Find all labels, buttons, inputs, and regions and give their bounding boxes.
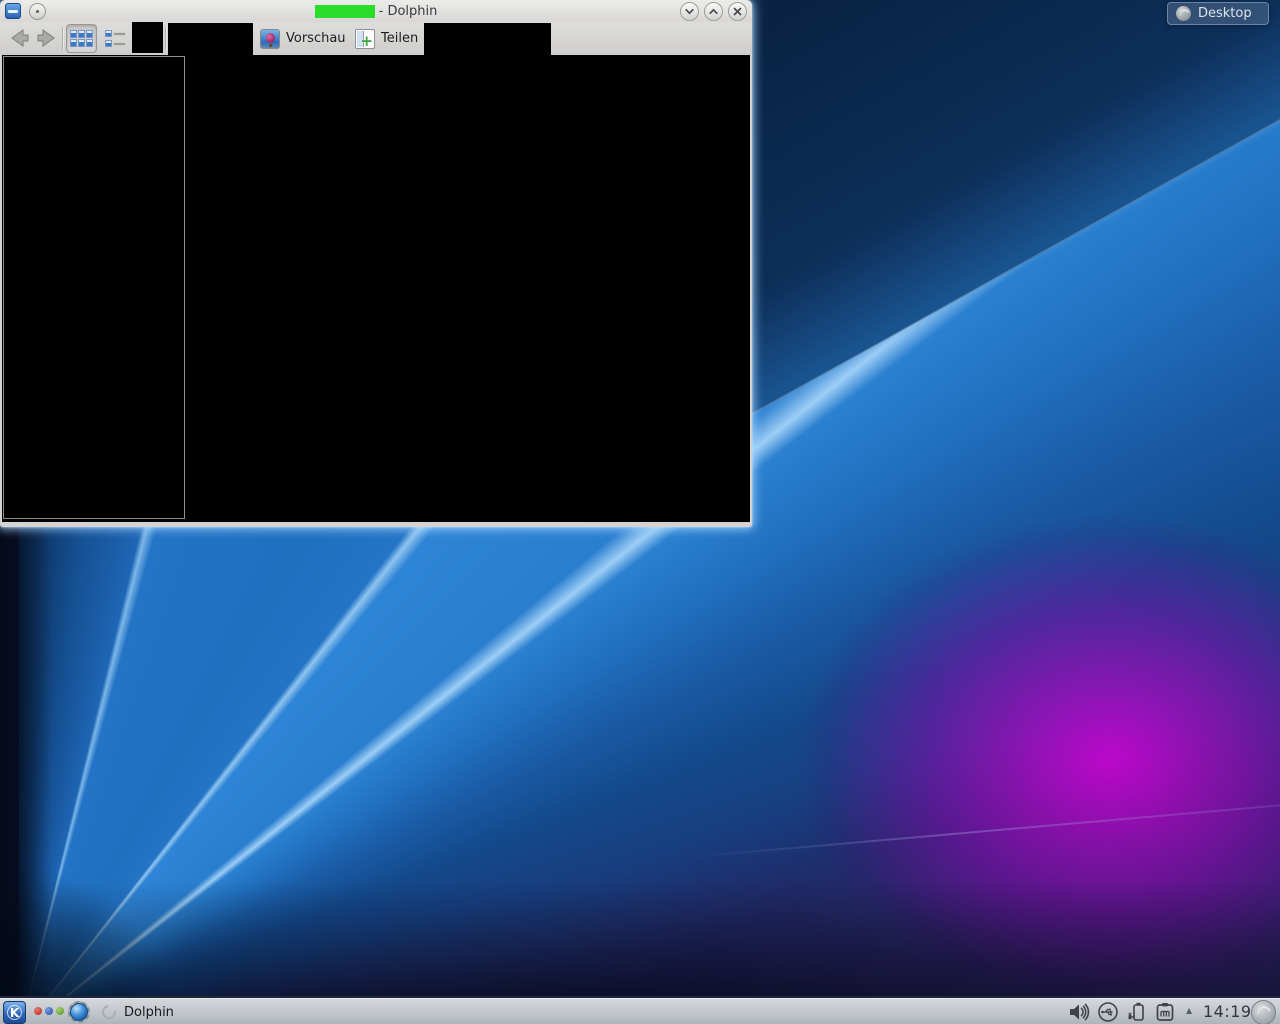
taskbar-panel: K Dolphin	[0, 996, 1280, 1024]
titlebar[interactable]: - Dolphin	[0, 0, 752, 22]
pager-dot-red[interactable]	[34, 1007, 42, 1015]
preview-button-label: Vorschau	[286, 31, 346, 46]
panel-cashew-button[interactable]	[1251, 1000, 1276, 1024]
icons-view-icon	[70, 30, 93, 47]
kmenu-launcher-button[interactable]: K	[3, 1001, 26, 1024]
minimize-button[interactable]	[680, 2, 699, 21]
window-controls	[680, 2, 747, 21]
device-notifier-tray-button[interactable]	[1097, 1001, 1119, 1023]
volume-icon	[1068, 1001, 1090, 1023]
details-view-icon	[105, 30, 125, 47]
window-title-text: - Dolphin	[379, 4, 438, 19]
redacted-toolbar-item	[132, 22, 163, 53]
globe-icon	[70, 1003, 88, 1021]
maximize-button[interactable]	[704, 2, 723, 21]
arrow-left-icon	[7, 26, 31, 50]
wallpaper-sky-sheet	[700, 0, 1280, 443]
clipboard-icon	[1154, 1001, 1176, 1023]
pager-dot-blue[interactable]	[45, 1007, 53, 1015]
window-title: - Dolphin	[315, 0, 438, 22]
battery-tray-button[interactable]	[1126, 1001, 1148, 1023]
clipboard-tray-button[interactable]	[1154, 1001, 1176, 1023]
plasma-cashew-icon	[1176, 6, 1191, 21]
desktop-root: Desktop - Dolphin	[0, 0, 1280, 1024]
globe-gear-launcher-button[interactable]	[68, 1001, 90, 1023]
pager-dot-green[interactable]	[56, 1007, 64, 1015]
back-button[interactable]	[7, 26, 31, 50]
battery-plug-icon	[1126, 1001, 1148, 1023]
toolbar: Vorschau + Teilen	[0, 22, 752, 55]
digital-clock[interactable]: 14:19	[1203, 1002, 1252, 1021]
task-label: Dolphin	[124, 1005, 174, 1020]
redacted-toolbar-area	[424, 23, 551, 55]
preview-balloon-icon	[260, 29, 280, 49]
loading-spinner-icon	[99, 1002, 118, 1021]
file-view-redacted[interactable]	[186, 55, 750, 522]
volume-tray-button[interactable]	[1068, 1001, 1090, 1023]
desktop-toolbox-button[interactable]: Desktop	[1167, 2, 1269, 25]
desktop-toolbox-label: Desktop	[1198, 6, 1252, 21]
close-icon	[732, 6, 743, 17]
split-button[interactable]: + Teilen	[351, 25, 422, 52]
forward-button[interactable]	[35, 26, 59, 50]
on-all-desktops-button[interactable]	[29, 3, 46, 20]
dolphin-window: - Dolphin	[0, 0, 752, 527]
chevron-down-icon	[684, 6, 695, 17]
icons-view-button[interactable]	[66, 24, 97, 53]
window-menu-icon[interactable]	[5, 3, 21, 19]
toolbar-separator	[62, 27, 63, 50]
window-content	[2, 55, 750, 522]
wallpaper-sky-layer	[700, 0, 1280, 1024]
details-view-button[interactable]	[101, 25, 128, 52]
split-view-icon: +	[355, 29, 375, 49]
toolbar-separator	[165, 27, 166, 50]
usb-icon	[1097, 1001, 1119, 1023]
places-panel-redacted[interactable]	[3, 56, 185, 519]
close-button[interactable]	[728, 2, 747, 21]
chevron-up-icon	[708, 6, 719, 17]
split-button-label: Teilen	[381, 31, 418, 46]
arrow-right-icon	[35, 26, 59, 50]
tray-expander-arrow[interactable]: ▲	[1186, 1007, 1192, 1015]
taskbar-task-dolphin[interactable]: Dolphin	[98, 1000, 178, 1024]
redacted-location-area	[168, 23, 253, 55]
preview-button[interactable]: Vorschau	[256, 25, 350, 52]
kde-k-letter: K	[10, 1007, 19, 1019]
title-redaction-green	[315, 5, 375, 18]
